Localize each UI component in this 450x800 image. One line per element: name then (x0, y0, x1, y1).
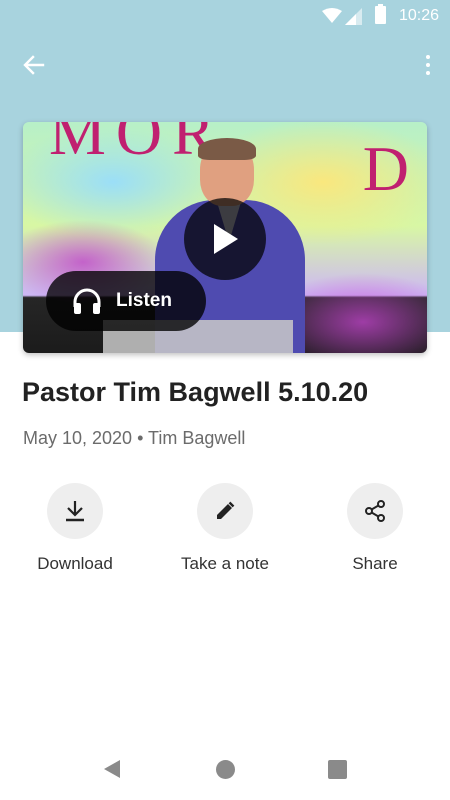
share-circle (347, 483, 403, 539)
thumbnail-backdrop-letter: D (362, 133, 409, 204)
play-icon (214, 224, 238, 254)
arrow-back-icon (23, 55, 45, 75)
download-icon (66, 501, 84, 522)
sermon-meta: May 10, 2020 • Tim Bagwell (23, 428, 246, 448)
share-label: Share (352, 554, 398, 573)
video-player[interactable]: MOR D Listen (23, 122, 427, 353)
share-button[interactable]: Share (310, 483, 440, 574)
page-title: Pastor Tim Bagwell 5.10.20 (22, 377, 369, 407)
download-label: Download (37, 554, 113, 573)
status-bar: 10:26 (0, 0, 450, 32)
status-time: 10:26 (398, 7, 439, 24)
nav-recents-icon[interactable] (328, 760, 347, 779)
pencil-icon (217, 501, 235, 519)
headphones-icon (73, 288, 101, 314)
download-button[interactable]: Download (10, 483, 140, 574)
wifi-icon (322, 8, 342, 23)
cell-signal-icon (345, 8, 362, 25)
more-options-button[interactable] (416, 48, 440, 82)
system-nav-bar (0, 742, 450, 800)
play-button[interactable] (184, 198, 266, 280)
app-bar (0, 36, 450, 92)
take-note-circle (197, 483, 253, 539)
listen-button[interactable]: Listen (46, 271, 206, 331)
nav-back-icon[interactable] (103, 759, 121, 779)
listen-label: Listen (116, 290, 172, 311)
share-icon (365, 500, 385, 522)
battery-icon (375, 4, 386, 24)
take-note-label: Take a note (181, 554, 269, 573)
action-row: Download Take a note Share (0, 483, 450, 583)
back-button[interactable] (17, 48, 51, 82)
take-note-button[interactable]: Take a note (160, 483, 290, 574)
nav-home-icon[interactable] (216, 760, 235, 779)
more-vert-icon (426, 55, 430, 59)
download-circle (47, 483, 103, 539)
